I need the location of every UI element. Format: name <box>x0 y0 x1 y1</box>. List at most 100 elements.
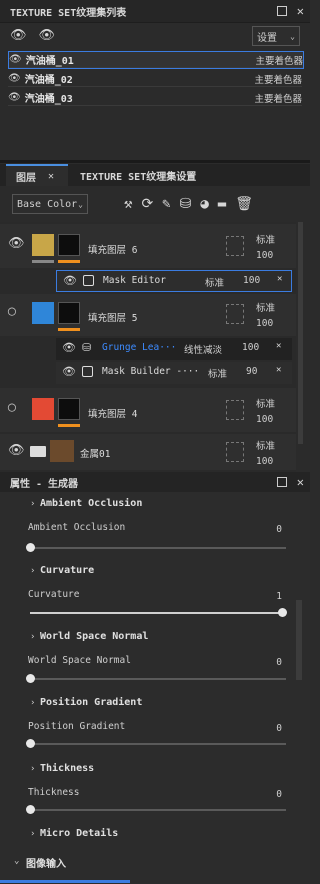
close-icon[interactable]: ✕ <box>297 475 304 489</box>
layer-placeholder <box>226 304 244 324</box>
eye-icon[interactable]: 👁 <box>8 236 25 251</box>
chevron-right-icon[interactable]: › <box>30 829 35 839</box>
chevron-right-icon[interactable]: › <box>30 566 35 576</box>
effect-blend[interactable]: 标准 <box>208 366 227 380</box>
eye-icon[interactable]: 👁 <box>39 28 56 43</box>
properties-scrollbar[interactable] <box>296 600 302 680</box>
chevron-right-icon[interactable]: › <box>30 499 35 509</box>
layer-row[interactable]: ◯ 填充图层 4 标准 100 <box>0 388 296 432</box>
section-title[interactable]: Position Gradient <box>40 697 142 708</box>
eye-icon[interactable]: 👁 <box>8 443 25 458</box>
slider-knob[interactable] <box>26 674 35 683</box>
eye-icon[interactable]: 👁 <box>9 54 22 65</box>
fill-bucket-icon[interactable]: ⛁ <box>180 196 192 212</box>
float-icon[interactable] <box>276 6 287 16</box>
layer-name: 填充图层 4 <box>88 409 138 420</box>
textureset-row[interactable]: 👁 汽油桶_01 主要着色器 <box>8 51 304 69</box>
slider-knob[interactable] <box>26 805 35 814</box>
effect-opacity[interactable]: 100 <box>243 275 260 286</box>
slider-track[interactable] <box>26 805 286 814</box>
slider-track[interactable] <box>30 608 287 617</box>
eye-icon[interactable]: 👁 <box>63 274 77 287</box>
shader-name[interactable]: 主要着色器 <box>254 72 302 86</box>
shader-name[interactable]: 主要着色器 <box>255 53 303 67</box>
channel-dropdown[interactable]: Base Color ⌄ <box>12 194 88 214</box>
eye-sync-icon[interactable]: 👁 <box>10 28 27 43</box>
effect-opacity[interactable]: 100 <box>242 342 259 353</box>
close-icon[interactable]: ✕ <box>297 4 304 18</box>
properties-title-text: 属性 - 生成器 <box>10 478 79 490</box>
layer-opacity[interactable]: 100 <box>256 414 273 425</box>
layer-opacity[interactable]: 100 <box>256 250 273 261</box>
properties-header-icons: ✕ <box>276 472 304 492</box>
textureset-row[interactable]: 👁 汽油桶_03 主要着色器 <box>8 90 302 106</box>
layer-opacity[interactable]: 100 <box>256 456 273 467</box>
mask-thumb <box>58 302 80 324</box>
slider-knob[interactable] <box>26 739 35 748</box>
layer-blend[interactable]: 标准 <box>256 300 275 314</box>
effect-blend[interactable]: 标准 <box>205 275 224 289</box>
properties-title: 属性 - 生成器 <box>0 472 310 492</box>
effect-opacity[interactable]: 90 <box>246 366 257 377</box>
effect-blend[interactable]: 线性减淡 <box>184 342 222 356</box>
brush-icon[interactable]: ✎ <box>162 196 170 212</box>
eye-icon[interactable]: 👁 <box>8 92 21 103</box>
effect-name: Mask Builder -··· <box>102 366 200 377</box>
add-effect-icon[interactable]: ⟳ <box>141 196 153 212</box>
folder-row[interactable]: 👁 金属01 标准 100 <box>0 434 296 470</box>
section-title[interactable]: Micro Details <box>40 828 118 839</box>
thumb-underline <box>32 260 54 263</box>
smart-material-icon[interactable]: ◕ <box>200 196 208 212</box>
param-value[interactable]: 0 <box>276 524 282 535</box>
param-value[interactable]: 0 <box>276 789 282 800</box>
slider-knob[interactable] <box>26 543 35 552</box>
layer-row[interactable]: ◯ 填充图层 5 标准 100 <box>0 294 296 336</box>
close-icon[interactable]: ✕ <box>277 274 282 284</box>
float-icon[interactable] <box>276 477 287 487</box>
trash-icon[interactable]: 🗑 <box>235 196 253 212</box>
chevron-right-icon[interactable]: › <box>30 764 35 774</box>
slider-track[interactable] <box>26 543 286 552</box>
param-label: Ambient Occlusion <box>28 522 126 533</box>
section-title[interactable]: Ambient Occlusion <box>40 498 142 509</box>
layer-opacity[interactable]: 100 <box>256 318 273 329</box>
param-value[interactable]: 1 <box>276 591 282 602</box>
param-value[interactable]: 0 <box>276 723 282 734</box>
eye-icon[interactable]: 👁 <box>62 365 76 378</box>
section-title[interactable]: Curvature <box>40 565 94 576</box>
layers-scrollbar[interactable] <box>298 222 303 444</box>
layer-tools: ⚒ ⟳ ✎ ⛁ ◕ ▬ 🗑 <box>124 196 253 212</box>
properties-body <box>0 492 310 884</box>
effect-row[interactable]: 👁 ⛁ Grunge Lea··· 线性减淡 100 ✕ <box>56 338 292 360</box>
eye-closed-icon[interactable]: ◯ <box>8 304 16 319</box>
slider-track[interactable] <box>26 739 286 748</box>
tab-layers[interactable]: 图层 ✕ <box>6 164 68 186</box>
textureset-row[interactable]: 👁 汽油桶_02 主要着色器 <box>8 71 302 87</box>
magic-wand-icon[interactable]: ⚒ <box>124 196 132 212</box>
eye-icon[interactable]: 👁 <box>8 73 21 84</box>
eye-closed-icon[interactable]: ◯ <box>8 400 16 415</box>
close-icon[interactable]: ✕ <box>276 365 281 375</box>
chevron-down-icon[interactable]: ⌄ <box>14 856 19 866</box>
section-title[interactable]: Thickness <box>40 763 94 774</box>
eye-icon[interactable]: 👁 <box>62 341 76 354</box>
close-icon[interactable]: ✕ <box>48 171 54 182</box>
slider-knob[interactable] <box>278 608 287 617</box>
shader-name[interactable]: 主要着色器 <box>254 91 302 105</box>
chevron-right-icon[interactable]: › <box>30 632 35 642</box>
layer-blend[interactable]: 标准 <box>256 438 275 452</box>
layer-row[interactable]: 👁 填充图层 6 标准 100 <box>0 224 296 268</box>
effect-row[interactable]: 👁 Mask Builder -··· 标准 90 ✕ <box>56 362 292 384</box>
param-value[interactable]: 0 <box>276 657 282 668</box>
slider-track[interactable] <box>26 674 286 683</box>
image-input-title[interactable]: 图像输入 <box>26 855 66 870</box>
settings-dropdown[interactable]: 设置 ⌄ <box>252 26 300 46</box>
close-icon[interactable]: ✕ <box>276 341 281 351</box>
tab-textureset-settings[interactable]: TEXTURE SET纹理集设置 <box>80 168 196 183</box>
layer-blend[interactable]: 标准 <box>256 232 275 246</box>
effect-row[interactable]: 👁 Mask Editor 标准 100 ✕ <box>56 270 292 292</box>
folder-icon[interactable]: ▬ <box>218 196 226 212</box>
section-title[interactable]: World Space Normal <box>40 631 148 642</box>
layer-blend[interactable]: 标准 <box>256 396 275 410</box>
chevron-right-icon[interactable]: › <box>30 698 35 708</box>
